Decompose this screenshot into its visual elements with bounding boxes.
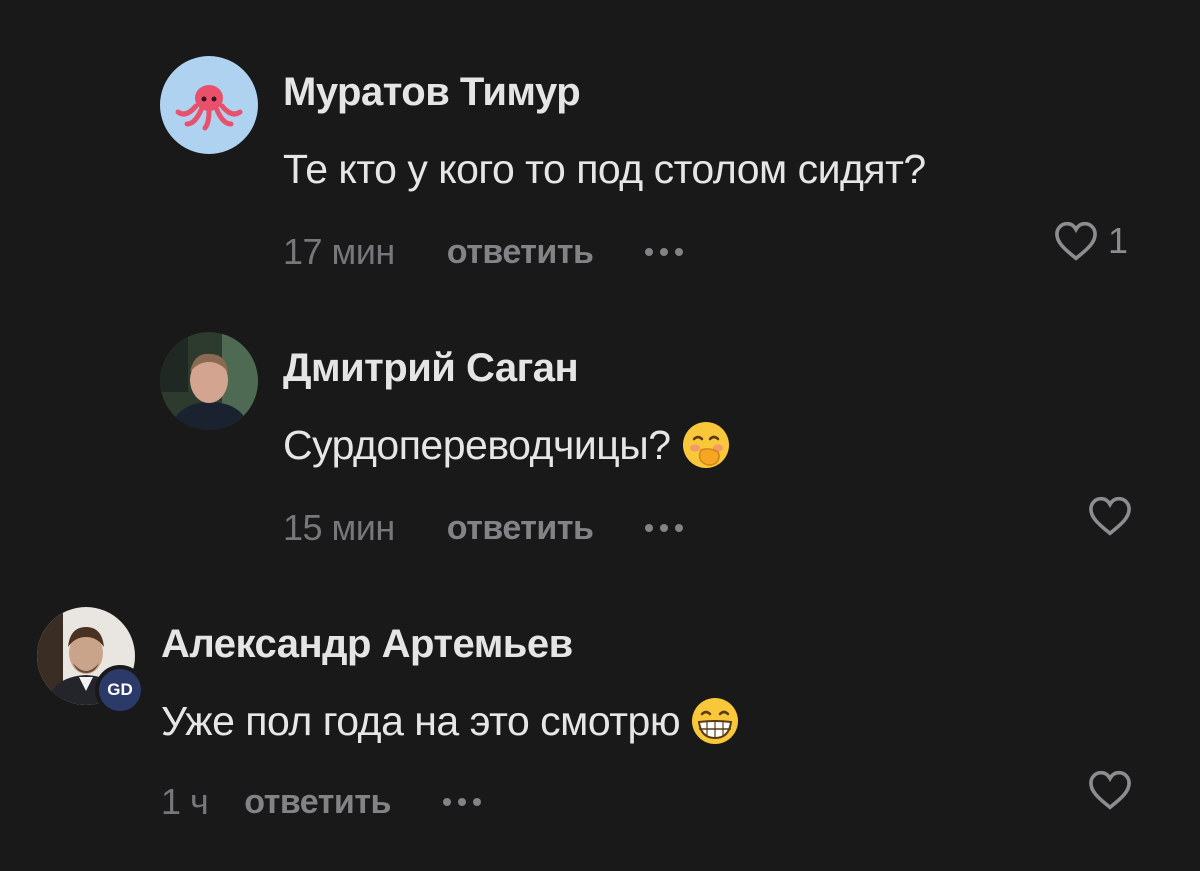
timestamp: 15 мин [283, 507, 395, 548]
octopus-icon [175, 85, 243, 131]
user-photo [160, 332, 258, 430]
heart-icon [1089, 770, 1131, 810]
author-name[interactable]: Дмитрий Саган [283, 346, 579, 391]
comment-text: Те кто у кого то под столом сидят? [283, 146, 926, 193]
community-badge: GD [95, 665, 145, 715]
like-count: 1 [1108, 220, 1129, 261]
reply-button[interactable]: ответить [244, 783, 391, 822]
badge-label: GD [107, 680, 133, 699]
heart-icon [1055, 221, 1097, 261]
more-options-icon[interactable] [645, 248, 684, 256]
comment-meta: 17 мин ответить [283, 231, 684, 272]
reply-button[interactable]: ответить [447, 233, 594, 272]
comment-text-content: Те кто у кого то под столом сидят? [283, 146, 926, 192]
comment-text-content: Сурдопереводчицы? [283, 421, 671, 468]
like-button[interactable] [1088, 770, 1142, 810]
timestamp: 17 мин [283, 231, 395, 272]
comment-text: Уже пол года на это смотрю [161, 696, 740, 746]
heart-icon [1089, 496, 1131, 536]
like-button[interactable] [1088, 496, 1142, 536]
comment-text-content: Уже пол года на это смотрю [161, 697, 681, 744]
more-options-icon[interactable] [442, 798, 481, 806]
avatar[interactable] [160, 56, 258, 154]
avatar[interactable] [160, 332, 258, 430]
comment-meta: 15 мин ответить [283, 507, 684, 548]
more-options-icon[interactable] [645, 524, 684, 532]
grinning-face-emoji [692, 698, 739, 744]
comment-meta: 1 ч ответить [161, 781, 481, 822]
author-name[interactable]: Александр Артемьев [161, 622, 573, 667]
face-with-hand-over-mouth-emoji [682, 422, 729, 468]
timestamp: 1 ч [161, 781, 209, 822]
comment-text: Сурдопереводчицы? [283, 420, 731, 470]
author-name[interactable]: Муратов Тимур [283, 70, 581, 115]
like-button[interactable]: 1 [1054, 220, 1128, 262]
reply-button[interactable]: ответить [447, 509, 594, 548]
